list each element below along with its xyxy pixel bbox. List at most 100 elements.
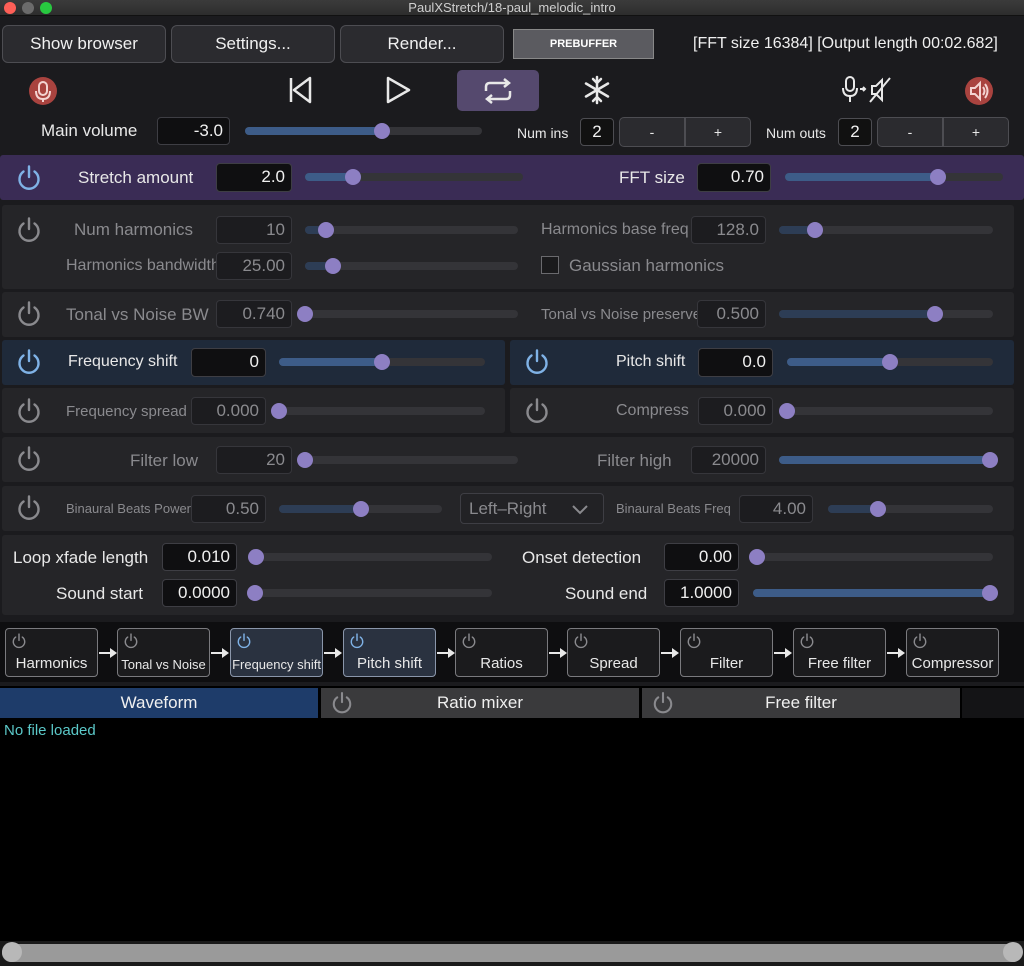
sound-start-slider[interactable] (247, 585, 492, 601)
filter-high-slider[interactable] (779, 452, 998, 468)
tonal-noise-bw-slider[interactable] (297, 306, 518, 322)
binaural-power-icon[interactable] (14, 493, 44, 523)
pitch-shift-value[interactable]: 0.0 (698, 348, 773, 377)
harmonics-base-freq-label: Harmonics base freq (541, 221, 689, 238)
loop-xfade-slider[interactable] (248, 549, 492, 565)
harmonics-bandwidth-value[interactable]: 25.00 (216, 252, 292, 280)
tab-waveform[interactable]: Waveform (0, 688, 318, 718)
onset-detection-value[interactable]: 0.00 (664, 543, 739, 571)
scrollbar-start-handle[interactable] (2, 942, 22, 962)
num-harmonics-slider[interactable] (305, 222, 518, 238)
harmonics-base-freq-value[interactable]: 128.0 (691, 216, 766, 244)
chain-power-icon[interactable] (685, 632, 703, 650)
filter-high-value[interactable]: 20000 (691, 446, 766, 474)
play-icon[interactable] (384, 75, 412, 105)
sound-end-value[interactable]: 1.0000 (664, 579, 739, 607)
compress-slider[interactable] (779, 403, 993, 419)
chain-module-compressor[interactable]: Compressor (906, 628, 999, 677)
skip-back-icon[interactable] (286, 75, 314, 105)
mic-passthrough-off-icon[interactable] (838, 74, 896, 106)
loop-xfade-value[interactable]: 0.010 (162, 543, 237, 571)
harmonics-base-freq-slider[interactable] (779, 222, 993, 238)
num-ins-value[interactable]: 2 (580, 118, 614, 146)
tonal-noise-preserve-slider[interactable] (779, 306, 993, 322)
sound-end-slider[interactable] (753, 585, 998, 601)
binaural-power-slider[interactable] (279, 501, 442, 517)
settings-button[interactable]: Settings... (171, 25, 335, 63)
chain-power-icon[interactable] (235, 632, 253, 650)
chain-module-pitch-shift[interactable]: Pitch shift (343, 628, 436, 677)
chain-module-ratios[interactable]: Ratios (455, 628, 548, 677)
chain-arrow-icon (773, 646, 793, 660)
chain-module-harmonics[interactable]: Harmonics (5, 628, 98, 677)
chain-module-spread[interactable]: Spread (567, 628, 660, 677)
num-outs-minus-button[interactable]: - (877, 117, 943, 147)
chain-power-icon[interactable] (911, 632, 929, 650)
compress-power-icon[interactable] (522, 396, 552, 426)
compress-value[interactable]: 0.000 (698, 397, 773, 425)
loop-xfade-label: Loop xfade length (13, 548, 149, 567)
stretch-amount-slider[interactable] (305, 169, 523, 185)
binaural-freq-value[interactable]: 4.00 (739, 495, 813, 523)
tonal-noise-power-icon[interactable] (14, 299, 44, 329)
num-outs-plus-button[interactable]: + (943, 117, 1009, 147)
waveform-view[interactable] (0, 719, 1024, 941)
chain-power-icon[interactable] (572, 632, 590, 650)
sound-start-value[interactable]: 0.0000 (162, 579, 237, 607)
chain-module-label: Frequency shift (232, 657, 321, 672)
harmonics-power-icon[interactable] (14, 215, 44, 245)
speaker-icon[interactable] (963, 75, 995, 107)
binaural-power-value[interactable]: 0.50 (191, 495, 266, 523)
binaural-mode-dropdown[interactable]: Left–Right (460, 493, 604, 524)
scrollbar-end-handle[interactable] (1003, 942, 1023, 962)
chain-module-free-filter[interactable]: Free filter (793, 628, 886, 677)
chain-power-icon[interactable] (798, 632, 816, 650)
freeze-icon[interactable] (581, 74, 613, 106)
onset-detection-slider[interactable] (749, 549, 993, 565)
tab-ratio-mixer[interactable]: Ratio mixer (321, 688, 639, 718)
filter-low-value[interactable]: 20 (216, 446, 292, 474)
tonal-noise-preserve-value[interactable]: 0.500 (697, 300, 766, 328)
pitch-shift-power-icon[interactable] (522, 347, 552, 377)
num-ins-minus-button[interactable]: - (619, 117, 685, 147)
frequency-spread-slider[interactable] (271, 403, 485, 419)
render-button[interactable]: Render... (340, 25, 504, 63)
chain-power-icon[interactable] (460, 632, 478, 650)
main-volume-slider[interactable] (245, 123, 482, 139)
num-harmonics-value[interactable]: 10 (216, 216, 292, 244)
filter-low-slider[interactable] (297, 452, 518, 468)
loop-button[interactable] (457, 70, 539, 111)
chain-power-icon[interactable] (348, 632, 366, 650)
frequency-spread-value[interactable]: 0.000 (191, 397, 266, 425)
num-outs-value[interactable]: 2 (838, 118, 872, 146)
num-ins-plus-button[interactable]: + (685, 117, 751, 147)
harmonics-bandwidth-label: Harmonics bandwidth (66, 257, 220, 274)
stretch-amount-value[interactable]: 2.0 (216, 163, 292, 192)
pitch-shift-slider[interactable] (787, 354, 993, 370)
chain-module-filter[interactable]: Filter (680, 628, 773, 677)
show-browser-button[interactable]: Show browser (2, 25, 166, 63)
chain-power-icon[interactable] (122, 632, 140, 650)
chain-module-tonal-vs-noise[interactable]: Tonal vs Noise (117, 628, 210, 677)
stretch-power-icon[interactable] (14, 163, 44, 193)
frequency-spread-power-icon[interactable] (14, 396, 44, 426)
filter-power-icon[interactable] (14, 444, 44, 474)
chain-power-icon[interactable] (10, 632, 28, 650)
num-ins-label: Num ins (517, 125, 569, 141)
horizontal-scrollbar[interactable] (2, 944, 1022, 962)
harmonics-bandwidth-slider[interactable] (305, 258, 518, 274)
tonal-noise-bw-value[interactable]: 0.740 (216, 300, 292, 328)
tab-ratio-mixer-label: Ratio mixer (437, 693, 523, 712)
frequency-shift-value[interactable]: 0 (191, 348, 266, 377)
fft-size-value[interactable]: 0.70 (697, 163, 771, 192)
gaussian-harmonics-checkbox[interactable] (541, 256, 559, 274)
frequency-shift-slider[interactable] (279, 354, 485, 370)
mic-icon[interactable] (27, 75, 59, 107)
chain-module-frequency-shift[interactable]: Frequency shift (230, 628, 323, 677)
tab-free-filter[interactable]: Free filter (642, 688, 960, 718)
frequency-shift-power-icon[interactable] (14, 347, 44, 377)
main-volume-value[interactable]: -3.0 (157, 117, 230, 145)
prebuffer-button[interactable]: PREBUFFER (513, 29, 654, 59)
fft-size-slider[interactable] (785, 169, 1003, 185)
binaural-freq-slider[interactable] (828, 501, 993, 517)
